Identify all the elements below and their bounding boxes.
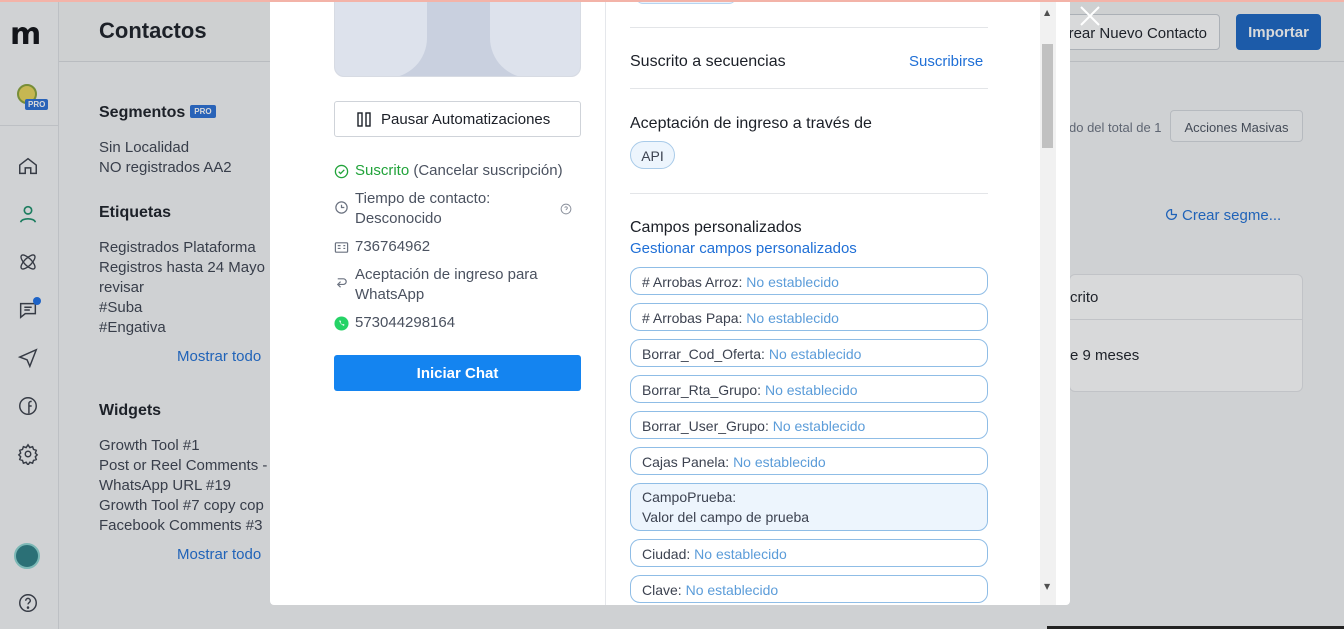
sequences-title: Suscrito a secuencias	[630, 53, 786, 70]
custom-field[interactable]: # Arrobas Papa: No establecido	[630, 303, 988, 331]
whatsapp-icon	[334, 316, 349, 331]
id-card-icon	[334, 242, 349, 253]
contact-id-value: 736764962	[355, 238, 431, 255]
subscribe-link[interactable]: Suscribirse	[909, 53, 983, 70]
divider	[630, 88, 988, 89]
close-icon[interactable]	[1078, 4, 1102, 28]
pause-automations-button[interactable]: Pausar Automatizaciones	[334, 101, 581, 137]
contact-time: Tiempo de contacto: Desconocido	[334, 189, 594, 229]
subscription-status: Suscrito (Cancelar suscripción)	[334, 161, 594, 181]
photo-shape	[335, 0, 427, 76]
custom-field[interactable]: Cajas Panela: No establecido	[630, 447, 988, 475]
field-name: Borrar_User_Grupo:	[642, 418, 769, 434]
pause-icon	[357, 112, 371, 127]
photo-shape	[490, 0, 580, 76]
custom-field[interactable]: Ciudad: No establecido	[630, 539, 988, 567]
field-value: No establecido	[746, 274, 839, 290]
scroll-up-arrow-icon[interactable]: ▲	[1044, 8, 1050, 17]
custom-field[interactable]: Clave: No establecido	[630, 575, 988, 603]
field-value: No establecido	[685, 582, 779, 598]
check-circle-icon	[334, 164, 349, 179]
custom-field-filled[interactable]: CampoPrueba: Valor del campo de prueba	[630, 483, 988, 531]
contact-profile-modal: Pausar Automatizaciones Suscrito (Cancel…	[270, 0, 1070, 605]
contact-time-value: Desconocido	[355, 210, 442, 227]
custom-field[interactable]: # Arrobas Arroz: No establecido	[630, 267, 988, 295]
top-accent-line	[0, 0, 1344, 2]
pause-automations-label: Pausar Automatizaciones	[381, 111, 551, 128]
scroll-down-arrow-icon[interactable]: ▼	[1044, 582, 1050, 591]
field-value: Valor del campo de prueba	[642, 509, 810, 525]
manage-custom-fields-link[interactable]: Gestionar campos personalizados	[630, 240, 857, 257]
custom-field[interactable]: Borrar_User_Grupo: No establecido	[630, 411, 988, 439]
custom-fields-title: Campos personalizados	[630, 219, 802, 236]
whatsapp-optin: Aceptación de ingreso para WhatsApp	[334, 265, 594, 305]
field-name: # Arrobas Papa:	[642, 310, 743, 326]
phone-number-value: 573044298164	[355, 314, 456, 331]
optin-icon	[336, 278, 347, 288]
start-chat-button[interactable]: Iniciar Chat	[334, 355, 581, 391]
modal-scrollbar[interactable]: ▲ ▼	[1040, 0, 1056, 605]
contact-id: 736764962	[334, 237, 594, 257]
field-name: # Arrobas Arroz:	[642, 274, 743, 290]
scrollbar-thumb[interactable]	[1042, 44, 1053, 148]
whatsapp-optin-label: Aceptación de ingreso para WhatsApp	[355, 266, 538, 303]
contact-summary-panel: Pausar Automatizaciones Suscrito (Cancel…	[270, 0, 606, 605]
field-value: No establecido	[772, 418, 866, 434]
contact-details-panel: Suscrito a secuencias Suscribirse Acepta…	[606, 0, 1040, 605]
field-value: No establecido	[768, 346, 862, 362]
field-name: CampoPrueba:	[642, 489, 737, 505]
field-name: Cajas Panela:	[642, 454, 730, 470]
divider	[630, 193, 988, 194]
field-value: No establecido	[746, 310, 839, 326]
field-name: Borrar_Rta_Grupo:	[642, 382, 762, 398]
phone-number: 573044298164	[334, 313, 594, 333]
field-value: No establecido	[733, 454, 826, 470]
clock-icon	[335, 201, 348, 214]
optin-source-title: Aceptación de ingreso a través de	[630, 115, 872, 132]
field-name: Clave:	[642, 582, 682, 598]
custom-field[interactable]: Borrar_Rta_Grupo: No establecido	[630, 375, 988, 403]
contact-photo	[334, 0, 581, 77]
field-name: Borrar_Cod_Oferta:	[642, 346, 765, 362]
divider	[630, 27, 988, 28]
custom-field[interactable]: Borrar_Cod_Oferta: No establecido	[630, 339, 988, 367]
field-value: No establecido	[694, 546, 787, 562]
unsubscribe-link[interactable]: (Cancelar suscripción)	[413, 162, 562, 179]
contact-time-label: Tiempo de contacto:	[355, 190, 491, 207]
field-name: Ciudad:	[642, 546, 691, 562]
help-icon[interactable]	[560, 203, 572, 215]
field-value: No establecido	[764, 382, 858, 398]
optin-source-chip: API	[630, 141, 675, 169]
subscribed-label: Suscrito	[355, 162, 410, 179]
